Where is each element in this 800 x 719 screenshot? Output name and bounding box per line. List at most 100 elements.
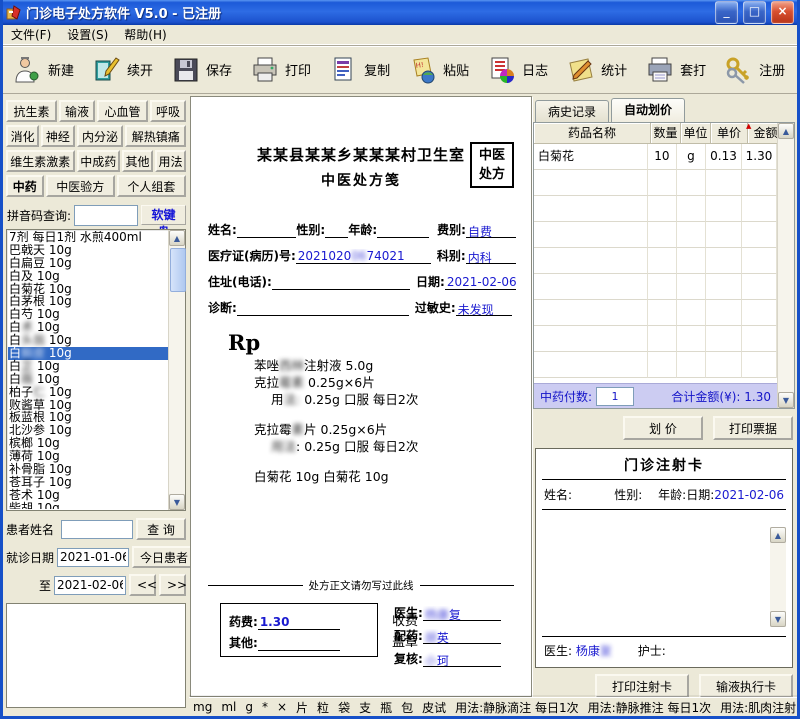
drug-list-scrollbar[interactable]: ▲ ▼: [168, 230, 185, 510]
status-item[interactable]: 用法:肌肉注射 每日1次: [720, 699, 797, 716]
category-button[interactable]: 维生素激素: [6, 150, 75, 172]
tab-病史记录[interactable]: 病史记录: [535, 100, 609, 122]
minimize-button[interactable]: _: [715, 1, 738, 24]
status-item[interactable]: *: [262, 700, 268, 714]
soft-keyboard-button[interactable]: 软键盘: [141, 205, 186, 225]
status-item[interactable]: 用法:静脉滴注 每日1次: [455, 699, 579, 716]
injection-card-list[interactable]: ▲ ▼: [542, 527, 786, 627]
fee-type-value[interactable]: 自费: [466, 223, 516, 238]
toolbar-print-button[interactable]: 打印: [244, 50, 321, 90]
toolbar-form-print-button[interactable]: 套打: [639, 50, 716, 90]
allergy-value[interactable]: 未发现: [456, 301, 512, 316]
drug-listbox[interactable]: 7剂 每日1剂 水煎400ml巴戟天 10g白扁豆 10g白及 10g白菊花 1…: [6, 229, 186, 511]
toolbar-new-button[interactable]: 新建: [7, 50, 84, 90]
date-value[interactable]: 2021-02-06: [445, 275, 516, 290]
to-date-input[interactable]: [54, 576, 126, 595]
patient-name-input[interactable]: [61, 520, 133, 539]
toolbar-log-button[interactable]: 日志: [481, 50, 558, 90]
category-button[interactable]: 中成药: [77, 150, 121, 172]
category-button[interactable]: 中药: [6, 175, 44, 197]
toolbar-save-button[interactable]: 保存: [165, 50, 242, 90]
calc-price-button[interactable]: 划 价: [623, 416, 703, 440]
tab-自动划价[interactable]: 自动划价: [611, 98, 685, 122]
table-header: 药品名称数量单位单价金额: [534, 123, 794, 144]
maximize-button[interactable]: □: [743, 1, 766, 24]
print-injection-card-button[interactable]: 打印注射卡: [595, 674, 689, 698]
toolbar-stats-button[interactable]: 统计: [560, 50, 637, 90]
menu-file[interactable]: 文件(F): [3, 25, 59, 44]
toolbar-paste-button[interactable]: H!粘贴: [402, 50, 479, 90]
drug-list-item[interactable]: 白芷 10g: [8, 360, 168, 373]
record-no-value[interactable]: 20210200674021: [296, 249, 431, 264]
next-page-button[interactable]: >>: [159, 574, 186, 596]
status-item[interactable]: 片: [296, 699, 308, 716]
status-item[interactable]: 用法:静脉推注 每日1次: [588, 699, 712, 716]
category-button[interactable]: 输液: [59, 100, 95, 122]
column-header[interactable]: 药品名称: [534, 123, 651, 144]
category-button[interactable]: 其他: [122, 150, 153, 172]
search-button[interactable]: 查 询: [136, 518, 186, 540]
pinyin-search-input[interactable]: [74, 205, 138, 226]
toolbar-label: 套打: [680, 60, 706, 79]
menu-help[interactable]: 帮助(H): [116, 25, 174, 44]
column-header[interactable]: 数量: [651, 123, 681, 144]
name-value[interactable]: [237, 223, 297, 238]
status-item[interactable]: 袋: [338, 699, 350, 716]
status-item[interactable]: mg: [193, 700, 212, 714]
infusion-exec-card-button[interactable]: 输液执行卡: [699, 674, 793, 698]
scroll-up-icon[interactable]: ▲: [770, 527, 786, 543]
scroll-down-icon[interactable]: ▼: [778, 392, 794, 408]
category-button[interactable]: 消化: [6, 125, 39, 147]
category-button[interactable]: 抗生素: [6, 100, 57, 122]
age-value[interactable]: [377, 223, 429, 238]
doses-input[interactable]: [596, 387, 634, 406]
scroll-down-icon[interactable]: ▼: [770, 611, 786, 627]
diagnosis-value[interactable]: [237, 301, 409, 316]
prev-page-button[interactable]: <<: [129, 574, 156, 596]
category-button[interactable]: 用法: [155, 150, 186, 172]
scroll-down-icon[interactable]: ▼: [169, 494, 185, 510]
category-button[interactable]: 中医验方: [46, 175, 115, 197]
injection-scrollbar[interactable]: ▲ ▼: [770, 527, 786, 627]
category-button[interactable]: 解热镇痛: [125, 125, 186, 147]
category-button[interactable]: 个人组套: [117, 175, 186, 197]
prescription-panel[interactable]: 某某县某某乡某某某村卫生室 中医处方笺 中医 处方 姓名: 性别: 年龄: 费别…: [190, 96, 532, 697]
drug-list-item[interactable]: 白薇 10g: [8, 373, 168, 386]
text-segment: 霉素: [279, 375, 304, 390]
status-item[interactable]: 支: [359, 699, 371, 716]
prescription-fields: 姓名: 性别: 年龄: 费别: 自费 医疗证(病历)号: 20210200674…: [208, 212, 516, 316]
status-item[interactable]: 皮试: [422, 699, 446, 716]
print-receipt-button[interactable]: 打印票据: [713, 416, 793, 440]
toolbar-continue-button[interactable]: 续开: [86, 50, 163, 90]
dept-value[interactable]: 内科: [466, 249, 516, 264]
status-item[interactable]: 包: [401, 699, 413, 716]
column-header[interactable]: 单价: [711, 123, 748, 144]
category-button[interactable]: 心血管: [97, 100, 148, 122]
status-item[interactable]: 瓶: [380, 699, 392, 716]
table-scrollbar[interactable]: ▲ ▼: [777, 123, 794, 408]
scroll-up-icon[interactable]: ▲: [169, 230, 185, 246]
category-button[interactable]: 呼吸: [150, 100, 186, 122]
gender-value[interactable]: [325, 223, 348, 238]
patient-result-listbox[interactable]: [6, 603, 186, 708]
rx-lines[interactable]: 苯唑西林注射液 5.0g克拉霉素 0.25g×6片用法: 0.25g 口服 每日…: [254, 357, 530, 485]
visit-date-input[interactable]: [57, 548, 129, 567]
category-button[interactable]: 内分泌: [77, 125, 124, 147]
scroll-up-icon[interactable]: ▲: [778, 123, 794, 139]
menu-settings[interactable]: 设置(S): [59, 25, 116, 44]
status-item[interactable]: 粒: [317, 699, 329, 716]
column-header[interactable]: 单位: [681, 123, 711, 144]
close-button[interactable]: ×: [771, 1, 794, 24]
scroll-thumb[interactable]: [170, 248, 186, 292]
drug-list-item[interactable]: 白鲜皮 10g: [8, 347, 168, 360]
toolbar-register-button[interactable]: 注册: [718, 50, 795, 90]
today-patients-button[interactable]: 今日患者: [132, 546, 196, 568]
table-body[interactable]: 白菊花10g0.131.30: [534, 144, 777, 383]
status-item[interactable]: g: [245, 700, 253, 714]
category-button[interactable]: 神经: [41, 125, 74, 147]
status-item[interactable]: ml: [221, 700, 236, 714]
toolbar-copy-button[interactable]: 复制: [323, 50, 400, 90]
drug-list-item[interactable]: 柴胡 10g: [8, 502, 168, 509]
status-item[interactable]: ×: [277, 700, 287, 714]
address-value[interactable]: [272, 275, 410, 290]
